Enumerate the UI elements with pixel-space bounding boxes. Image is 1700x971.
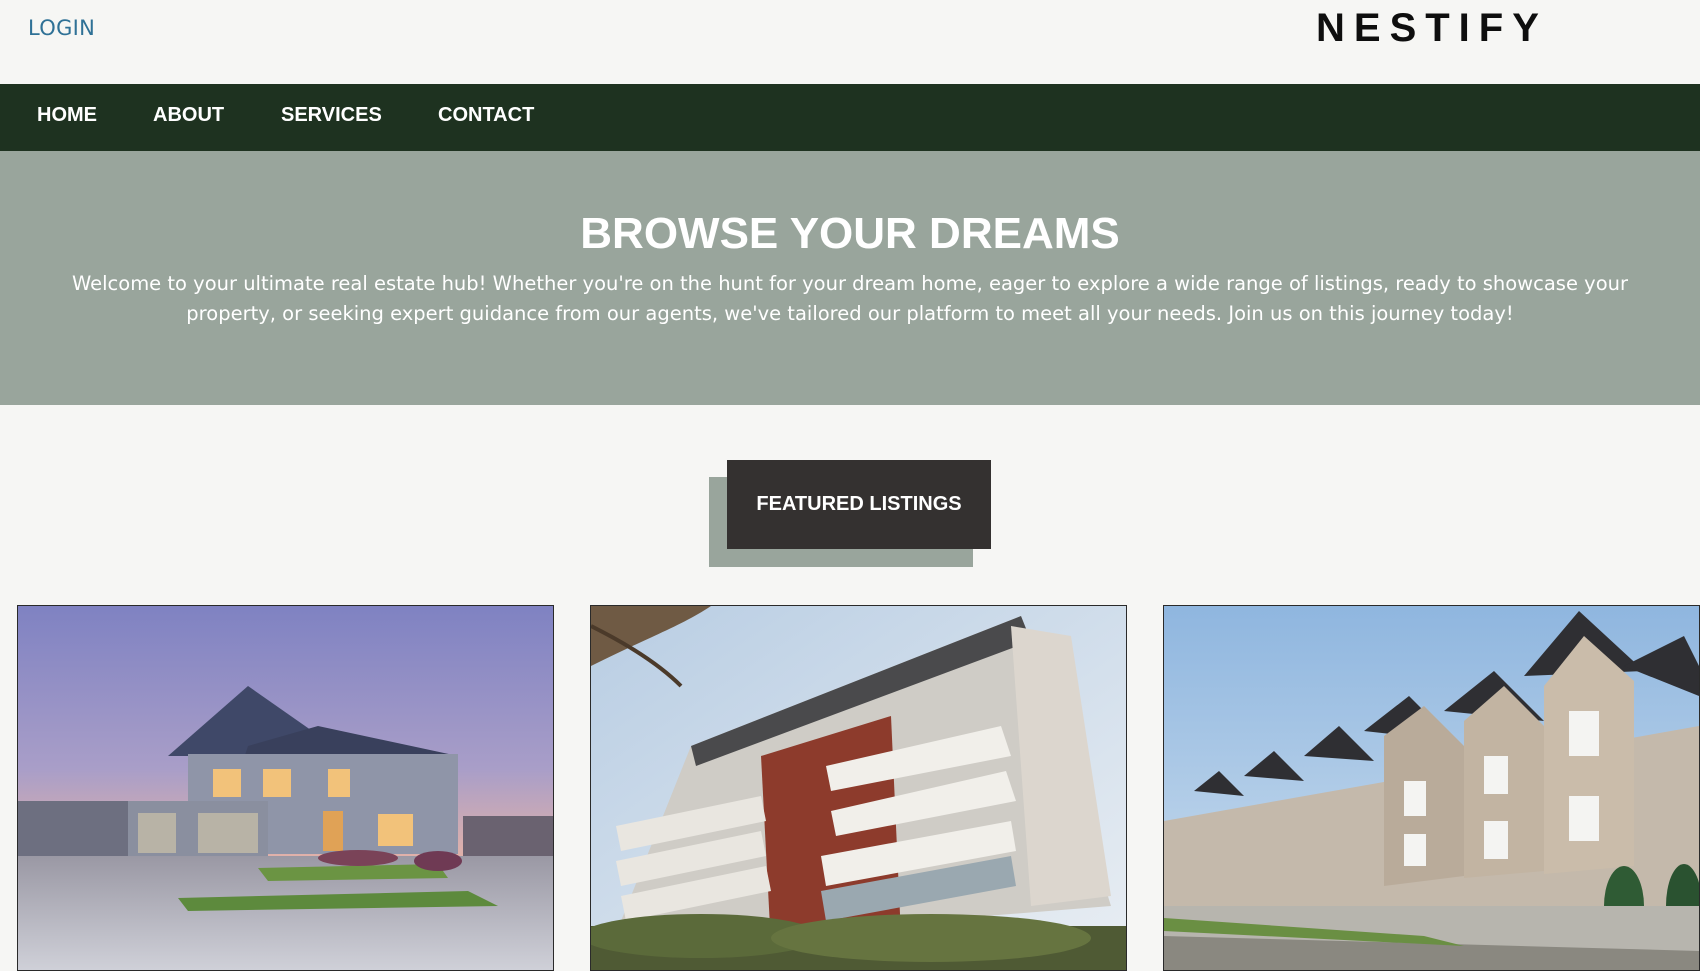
brand-logo[interactable]: NESTIFY xyxy=(1316,6,1548,51)
login-link[interactable]: LOGIN xyxy=(28,16,95,40)
listing-card[interactable] xyxy=(590,605,1127,971)
hero-text: Welcome to your ultimate real estate hub… xyxy=(71,272,1629,325)
main-nav: HOME ABOUT SERVICES CONTACT xyxy=(0,84,1700,151)
modern-apartment-building-photo xyxy=(591,606,1126,970)
nav-item-about[interactable]: ABOUT xyxy=(153,104,224,127)
suburban-house-at-dusk-photo xyxy=(18,606,553,970)
featured-listings-button[interactable]: FEATURED LISTINGS xyxy=(727,460,991,549)
listing-card[interactable] xyxy=(1163,605,1700,971)
top-bar: LOGIN NESTIFY xyxy=(0,0,1700,84)
nav-item-home[interactable]: HOME xyxy=(37,104,97,127)
hero-section: BROWSE YOUR DREAMS Welcome to your ultim… xyxy=(0,151,1700,405)
nav-item-contact[interactable]: CONTACT xyxy=(438,104,534,127)
hero-title: BROWSE YOUR DREAMS xyxy=(580,209,1120,258)
listing-card[interactable] xyxy=(17,605,554,971)
townhouse-row-photo xyxy=(1164,606,1699,970)
nav-item-services[interactable]: SERVICES xyxy=(281,104,382,127)
